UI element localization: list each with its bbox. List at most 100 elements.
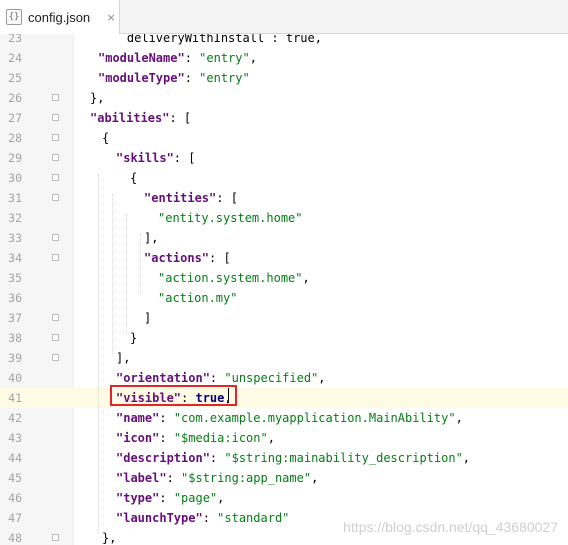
line-number: 43 <box>8 431 22 445</box>
line-number: 29 <box>8 151 22 165</box>
line-number: 37 <box>8 311 22 325</box>
code-token: "type" <box>116 491 160 505</box>
code-line[interactable]: 33], <box>0 228 568 248</box>
code-line[interactable]: 24 "moduleName": "entry", <box>0 48 568 68</box>
line-number: 47 <box>8 511 22 525</box>
fold-toggle-icon[interactable] <box>52 534 59 541</box>
close-icon[interactable]: × <box>104 10 118 24</box>
code-line[interactable]: 43 "icon": "$media:icon", <box>0 428 568 448</box>
fold-toggle-icon[interactable] <box>52 114 59 121</box>
code-line[interactable]: 30 { <box>0 168 568 188</box>
line-number: 39 <box>8 351 22 365</box>
code-text: "type": "page", <box>116 488 224 508</box>
code-token: : <box>209 371 225 385</box>
code-line[interactable]: 40 "orientation": "unspecified", <box>0 368 568 388</box>
line-number: 30 <box>8 171 22 185</box>
code-token: , <box>267 431 275 445</box>
fold-toggle-icon[interactable] <box>52 314 59 321</box>
line-number: 42 <box>8 411 22 425</box>
code-line[interactable]: 46 "type": "page", <box>0 488 568 508</box>
code-line[interactable]: 34 "actions": [ <box>0 248 568 268</box>
text-caret <box>228 388 229 403</box>
code-token: : <box>184 51 200 65</box>
code-token: "moduleName" <box>98 51 185 65</box>
code-line[interactable]: 36 "action.my" <box>0 288 568 308</box>
code-text: "actions": [ <box>144 248 231 268</box>
code-token: : [ <box>169 111 192 125</box>
line-number: 26 <box>8 91 22 105</box>
line-number: 34 <box>8 251 22 265</box>
code-line[interactable]: 32 "entity.system.home" <box>0 208 568 228</box>
code-text: "launchType": "standard" <box>116 508 289 528</box>
tab-title: config.json <box>28 9 91 25</box>
code-token: ], <box>116 351 131 365</box>
code-line[interactable]: 25 "moduleType": "entry" <box>0 68 568 88</box>
code-token: "orientation" <box>116 371 210 385</box>
tab-config-json[interactable]: {} config.json × <box>0 0 120 34</box>
code-line[interactable]: 38} <box>0 328 568 348</box>
code-token: { <box>102 131 110 145</box>
code-line[interactable]: 29 "skills": [ <box>0 148 568 168</box>
code-token: "$media:icon" <box>173 431 268 445</box>
fold-toggle-icon[interactable] <box>52 354 59 361</box>
code-token: : <box>202 511 218 525</box>
code-token: }, <box>102 531 117 545</box>
line-number: 32 <box>8 211 22 225</box>
code-token: "unspecified" <box>224 371 319 385</box>
code-token: , <box>249 51 257 65</box>
code-token: : [ <box>216 191 238 205</box>
code-text: { <box>130 168 137 188</box>
code-line[interactable]: 41"visible": true, <box>0 388 568 408</box>
code-token: , <box>455 411 463 425</box>
code-token: "name" <box>116 411 160 425</box>
code-line[interactable]: 31 "entities": [ <box>0 188 568 208</box>
code-token: }, <box>90 91 105 105</box>
code-text: ], <box>144 228 158 248</box>
code-token: : <box>159 431 174 445</box>
code-line[interactable]: 37] <box>0 308 568 328</box>
code-token: : <box>159 491 174 505</box>
code-line[interactable]: 44 "description": "$string:mainability_de… <box>0 448 568 468</box>
code-text: } <box>130 328 137 348</box>
code-text: ], <box>116 348 130 368</box>
fold-toggle-icon[interactable] <box>52 234 59 241</box>
code-line[interactable]: 28 { <box>0 128 568 148</box>
code-token: , <box>318 371 326 385</box>
code-token: deliveryWithInstall : true, <box>98 34 322 45</box>
code-token: "$string:mainability_description" <box>224 451 463 465</box>
code-line[interactable]: 27 "abilities": [ <box>0 108 568 128</box>
line-number: 23 <box>8 34 22 45</box>
fold-toggle-icon[interactable] <box>52 94 59 101</box>
indent-guide <box>126 214 127 334</box>
indent-guide <box>98 174 99 534</box>
code-line[interactable]: 35 "action.system.home", <box>0 268 568 288</box>
fold-toggle-icon[interactable] <box>52 134 59 141</box>
code-text: ] <box>144 308 151 328</box>
code-token: , <box>302 271 310 285</box>
code-token: "moduleType" <box>98 71 185 85</box>
code-token: "label" <box>116 471 167 485</box>
code-token: "abilities" <box>90 111 170 125</box>
fold-toggle-icon[interactable] <box>52 194 59 201</box>
code-text: "label": "$string:app_name", <box>116 468 318 488</box>
fold-toggle-icon[interactable] <box>52 154 59 161</box>
watermark: https://blog.csdn.net/qq_43680027 <box>343 519 558 535</box>
code-line[interactable]: 42 "name": "com.example.myapplication.Mai… <box>0 408 568 428</box>
code-token: "skills" <box>116 151 174 165</box>
line-number: 45 <box>8 471 22 485</box>
code-line[interactable]: 45 "label": "$string:app_name", <box>0 468 568 488</box>
code-line[interactable]: 39], <box>0 348 568 368</box>
code-line[interactable]: 23 deliveryWithInstall : true, <box>0 34 568 48</box>
line-number: 24 <box>8 51 22 65</box>
code-text: "moduleType": "entry" <box>98 68 250 88</box>
code-text: "skills": [ <box>116 148 195 168</box>
code-line[interactable]: 26}, <box>0 88 568 108</box>
fold-toggle-icon[interactable] <box>52 174 59 181</box>
fold-toggle-icon[interactable] <box>52 254 59 261</box>
line-number: 27 <box>8 111 22 125</box>
code-token: , <box>311 471 319 485</box>
line-number: 31 <box>8 191 22 205</box>
fold-toggle-icon[interactable] <box>52 334 59 341</box>
code-token: , <box>217 491 225 505</box>
code-editor[interactable]: 23 deliveryWithInstall : true, 24 "moduleN… <box>0 34 568 545</box>
